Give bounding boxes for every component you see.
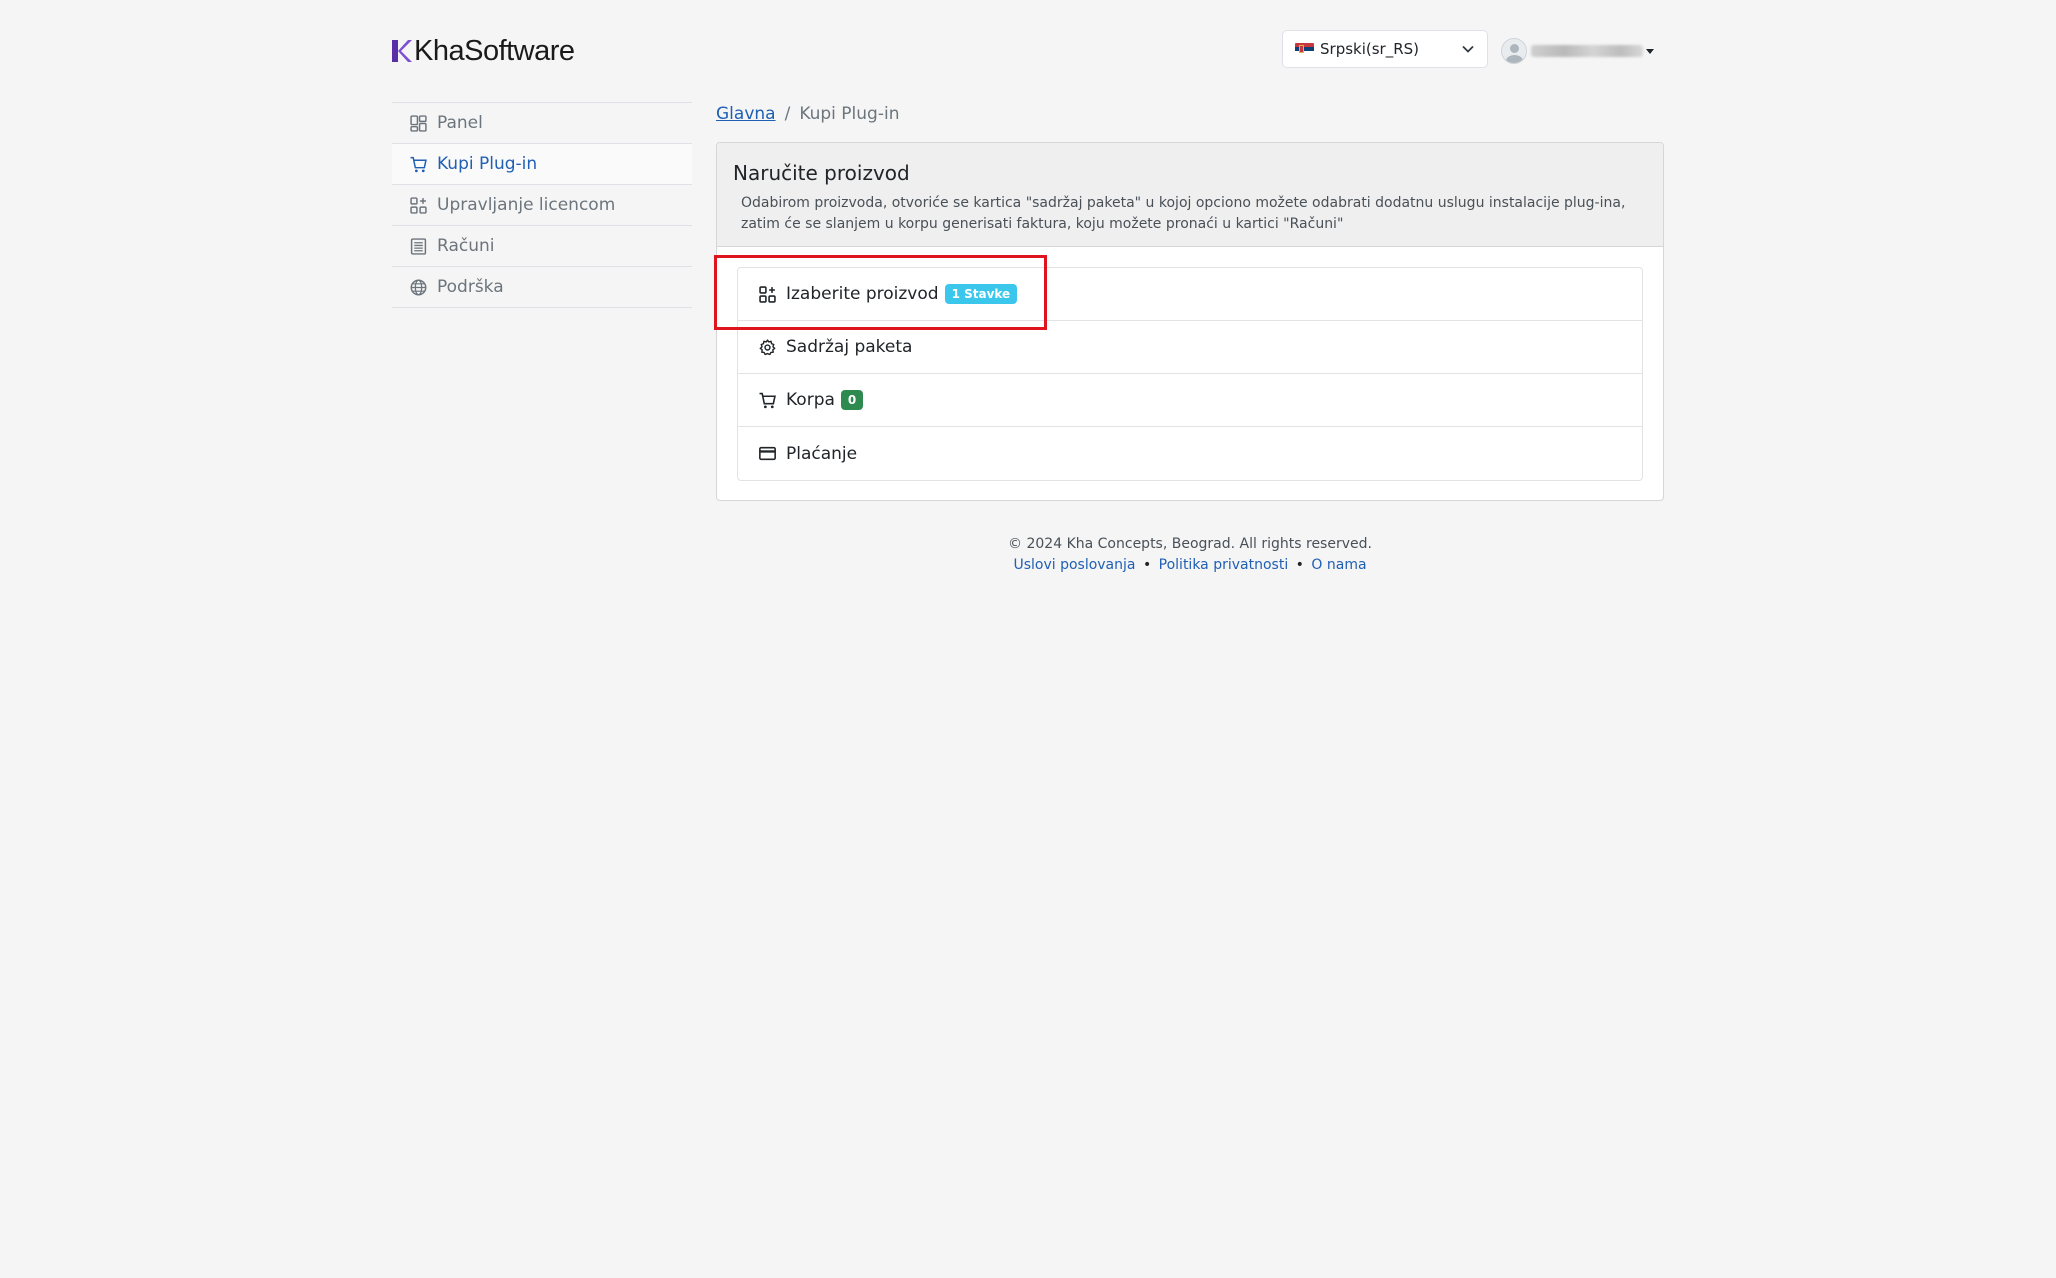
footer-separator: • — [1142, 557, 1152, 573]
cart-icon — [759, 392, 776, 408]
sidebar-nav: Panel Kupi Plug-in Upravljanje licencom … — [392, 102, 692, 308]
sidebar-item-label: Upravljanje licencom — [437, 195, 616, 215]
brand-name: KhaSoftware — [414, 34, 575, 67]
card-description: Odabirom proizvoda, otvoriće se kartica … — [741, 195, 1626, 232]
sidebar-item-label: Računi — [437, 236, 495, 256]
sidebar-item-panel[interactable]: Panel — [392, 103, 692, 144]
user-menu-toggle[interactable] — [1501, 36, 1654, 66]
breadcrumb-separator: / — [784, 104, 791, 124]
order-steps-list: Izaberite proizvod 1 Stavke Sadržaj pake… — [737, 267, 1643, 481]
caret-down-icon — [1646, 48, 1654, 54]
sidebar-item-racuni[interactable]: Računi — [392, 226, 692, 267]
cart-count-badge: 0 — [840, 390, 864, 410]
footer-link-privacy[interactable]: Politika privatnosti — [1159, 557, 1289, 573]
footer-links: Uslovi poslovanja • Politika privatnosti… — [716, 555, 1664, 576]
user-avatar-icon — [1501, 38, 1527, 64]
step-label: Korpa — [786, 390, 835, 410]
step-label: Plaćanje — [786, 443, 858, 464]
language-selected-label: Srpski(sr_RS) — [1320, 40, 1420, 58]
card-title: Naručite proizvod — [733, 161, 910, 185]
breadcrumb-home-link[interactable]: Glavna — [716, 104, 776, 124]
step-label: Izaberite proizvod — [786, 284, 939, 304]
sidebar-item-label: Podrška — [437, 277, 504, 297]
sidebar-item-label: Panel — [437, 113, 483, 133]
grid-plus-icon — [759, 285, 776, 303]
sidebar-item-upravljanje-licencom[interactable]: Upravljanje licencom — [392, 185, 692, 226]
credit-card-icon — [759, 446, 776, 461]
footer-link-terms[interactable]: Uslovi poslovanja — [1013, 557, 1135, 573]
cart-icon — [410, 156, 427, 172]
serbia-flag-icon — [1295, 42, 1314, 56]
card-header: Naručite proizvod Odabirom proizvoda, ot… — [717, 143, 1663, 247]
grid-plus-icon — [410, 196, 427, 214]
brand-logo[interactable]: KhaSoftware — [392, 34, 575, 68]
sidebar-item-label: Kupi Plug-in — [437, 154, 538, 174]
list-icon — [410, 237, 427, 255]
sidebar-item-kupi-plugin[interactable]: Kupi Plug-in — [392, 144, 692, 185]
sidebar-item-podrska[interactable]: Podrška — [392, 267, 692, 308]
dashboard-icon — [410, 114, 427, 132]
step-izaberite-proizvod[interactable]: Izaberite proizvod 1 Stavke — [738, 268, 1642, 321]
language-select[interactable]: Srpski(sr_RS) — [1282, 30, 1488, 68]
redacted-username — [1531, 45, 1643, 57]
gear-icon — [759, 338, 776, 355]
breadcrumb: Glavna / Kupi Plug-in — [716, 104, 899, 124]
footer-separator: • — [1295, 557, 1304, 573]
footer: © 2024 Kha Concepts, Beograd. All rights… — [716, 534, 1664, 576]
step-korpa[interactable]: Korpa 0 — [738, 374, 1642, 427]
kha-logo-mark-icon — [392, 40, 412, 62]
globe-icon — [410, 279, 427, 295]
footer-link-about[interactable]: O nama — [1311, 557, 1366, 573]
items-count-badge: 1 Stavke — [944, 284, 1018, 304]
step-sadrzaj-paketa[interactable]: Sadržaj paketa — [738, 321, 1642, 374]
footer-copyright: © 2024 Kha Concepts, Beograd. All rights… — [1008, 536, 1372, 552]
step-placanje[interactable]: Plaćanje — [738, 427, 1642, 480]
order-product-card: Naručite proizvod Odabirom proizvoda, ot… — [716, 142, 1664, 501]
chevron-down-icon — [1462, 45, 1474, 53]
step-label: Sadržaj paketa — [786, 337, 913, 357]
breadcrumb-current: Kupi Plug-in — [799, 104, 900, 124]
